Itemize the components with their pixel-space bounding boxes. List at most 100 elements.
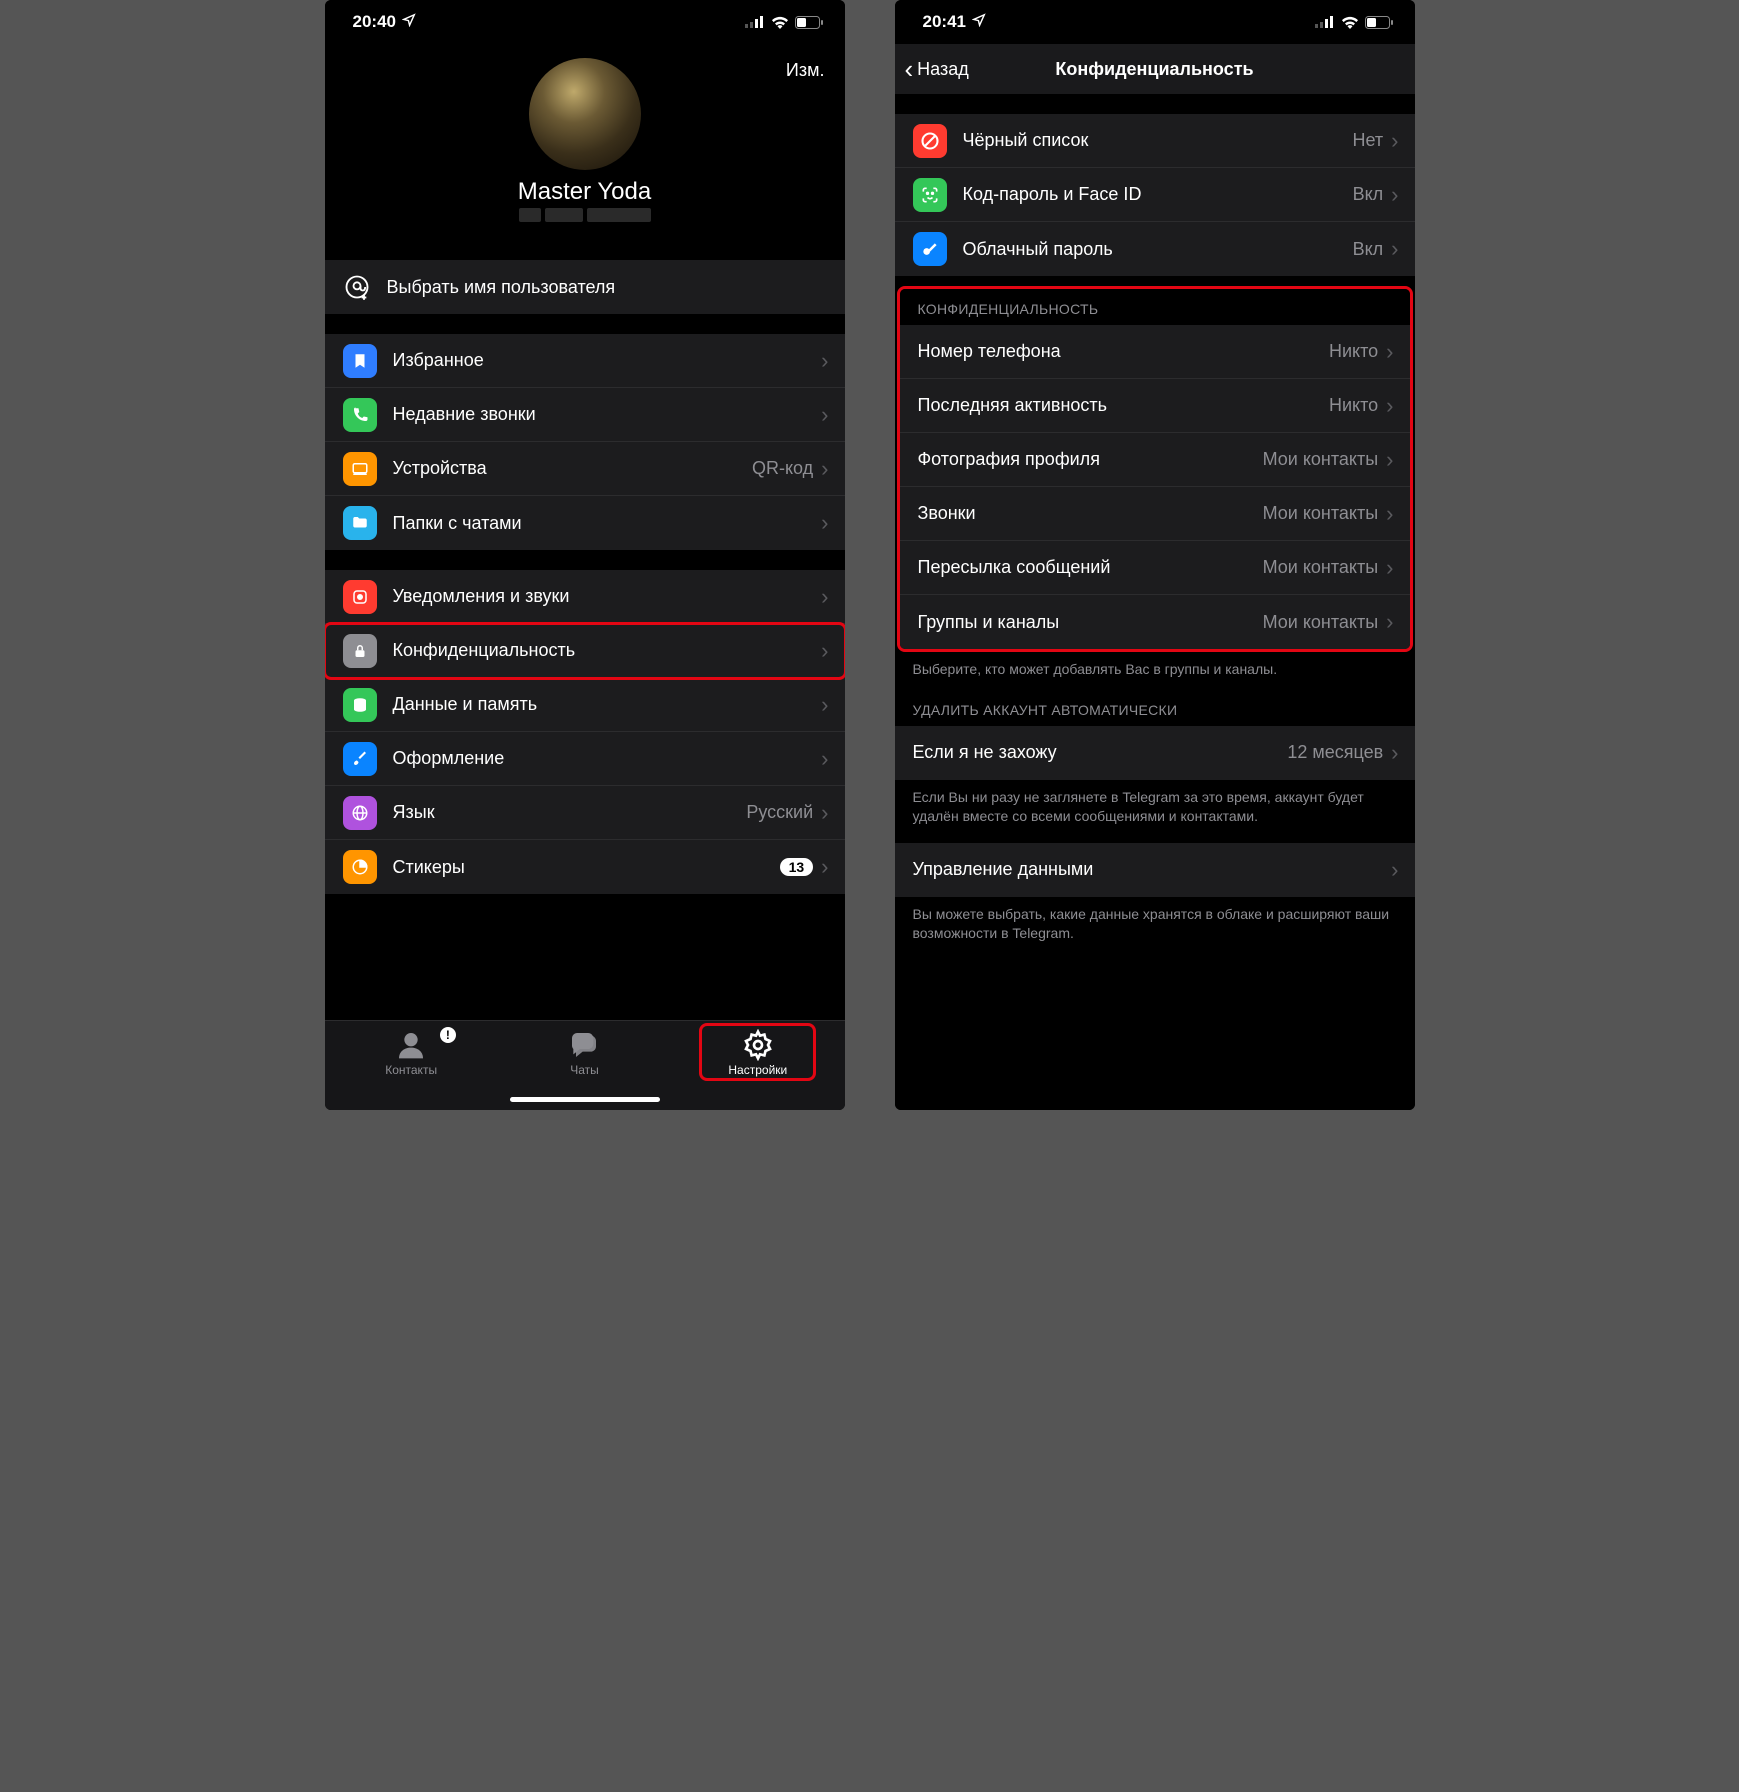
lock-icon [343, 634, 377, 668]
tab-bar: ! Контакты Чаты Настройки [325, 1020, 845, 1110]
row-label: Избранное [393, 350, 822, 371]
row-cloud-password[interactable]: Облачный пароль Вкл › [895, 222, 1415, 276]
row-label: Номер телефона [918, 341, 1329, 362]
row-data-storage[interactable]: Данные и память › [325, 678, 845, 732]
settings-group-2: Уведомления и звуки › Конфиденциальность… [325, 570, 845, 894]
row-label: Данные и память [393, 694, 822, 715]
status-icons [745, 16, 823, 29]
section-header-autodelete: УДАЛИТЬ АККАУНТ АВТОМАТИЧЕСКИ [895, 696, 1415, 726]
chevron-icon: › [821, 692, 828, 718]
wifi-icon [1341, 16, 1359, 29]
home-indicator[interactable] [510, 1097, 660, 1102]
status-bar: 20:40 [325, 0, 845, 44]
status-icons [1315, 16, 1393, 29]
row-label: Устройства [393, 458, 752, 479]
autodelete-footer: Если Вы ни разу не заглянете в Telegram … [895, 780, 1415, 833]
chevron-icon: › [1386, 339, 1393, 365]
tab-label: Чаты [570, 1063, 599, 1077]
row-label: Пересылка сообщений [918, 557, 1263, 578]
stickers-icon [343, 850, 377, 884]
row-value: Мои контакты [1263, 503, 1379, 524]
chevron-icon: › [1386, 555, 1393, 581]
chevron-icon: › [821, 584, 828, 610]
battery-icon [795, 16, 823, 29]
badge-count: 13 [780, 858, 814, 876]
privacy-footer: Выберите, кто может добавлять Вас в груп… [895, 652, 1415, 686]
row-language[interactable]: Язык Русский › [325, 786, 845, 840]
block-icon [913, 124, 947, 158]
row-favorites[interactable]: Избранное › [325, 334, 845, 388]
row-phone-number[interactable]: Номер телефона Никто › [900, 325, 1410, 379]
row-devices[interactable]: Устройства QR-код › [325, 442, 845, 496]
row-value: QR-код [752, 458, 813, 479]
storage-icon [343, 688, 377, 722]
key-icon [913, 232, 947, 266]
chevron-icon: › [821, 638, 828, 664]
row-profile-photo[interactable]: Фотография профиля Мои контакты › [900, 433, 1410, 487]
chevron-icon: › [1391, 128, 1398, 154]
left-screenshot: 20:40 Изм. Master Yoda Выбрать имя польз… [325, 0, 845, 1110]
chevron-icon: › [821, 456, 828, 482]
row-username[interactable]: Выбрать имя пользователя [325, 260, 845, 314]
row-value: Мои контакты [1263, 557, 1379, 578]
chevron-icon: › [821, 854, 828, 880]
row-groups[interactable]: Группы и каналы Мои контакты › [900, 595, 1410, 649]
signal-icon [745, 16, 765, 28]
right-screenshot: 20:41 ‹ Назад Конфиденциальность Чёрный … [895, 0, 1415, 1110]
chevron-icon: › [821, 348, 828, 374]
row-data-management[interactable]: Управление данными › [895, 843, 1415, 897]
tab-chats[interactable]: Чаты [498, 1029, 671, 1077]
tab-contacts[interactable]: ! Контакты [325, 1029, 498, 1077]
chevron-left-icon: ‹ [905, 54, 914, 85]
row-label: Облачный пароль [963, 239, 1353, 260]
row-blocklist[interactable]: Чёрный список Нет › [895, 114, 1415, 168]
back-button[interactable]: ‹ Назад [905, 54, 969, 85]
avatar[interactable] [529, 58, 641, 170]
row-value: Мои контакты [1263, 449, 1379, 470]
row-label: Если я не захожу [913, 742, 1288, 763]
notifications-icon [343, 580, 377, 614]
chevron-icon: › [821, 746, 828, 772]
row-label: Код-пароль и Face ID [963, 184, 1353, 205]
row-recent-calls[interactable]: Недавние звонки › [325, 388, 845, 442]
row-calls[interactable]: Звонки Мои контакты › [900, 487, 1410, 541]
settings-group-1: Избранное › Недавние звонки › Устройства… [325, 334, 845, 550]
chevron-icon: › [821, 800, 828, 826]
privacy-content: Чёрный список Нет › Код-пароль и Face ID… [895, 94, 1415, 1110]
row-forwarding[interactable]: Пересылка сообщений Мои контакты › [900, 541, 1410, 595]
row-autodelete[interactable]: Если я не захожу 12 месяцев › [895, 726, 1415, 780]
row-last-seen[interactable]: Последняя активность Никто › [900, 379, 1410, 433]
location-icon [972, 12, 986, 32]
edit-button[interactable]: Изм. [786, 60, 825, 81]
settings-content: Выбрать имя пользователя Избранное › Нед… [325, 240, 845, 1020]
row-appearance[interactable]: Оформление › [325, 732, 845, 786]
chevron-icon: › [1386, 447, 1393, 473]
row-privacy[interactable]: Конфиденциальность › [325, 624, 845, 678]
profile-header: Изм. Master Yoda [325, 44, 845, 240]
row-chat-folders[interactable]: Папки с чатами › [325, 496, 845, 550]
tab-settings[interactable]: Настройки [671, 1029, 844, 1077]
row-value: Мои контакты [1263, 612, 1379, 633]
security-group: Чёрный список Нет › Код-пароль и Face ID… [895, 114, 1415, 276]
wifi-icon [771, 16, 789, 29]
mention-icon [343, 273, 371, 301]
brush-icon [343, 742, 377, 776]
row-label: Папки с чатами [393, 513, 822, 534]
tab-label: Настройки [728, 1063, 787, 1077]
row-label: Управление данными [913, 859, 1392, 880]
tab-label: Контакты [385, 1063, 437, 1077]
status-time: 20:41 [923, 12, 966, 32]
row-value: 12 месяцев [1287, 742, 1383, 763]
data-management-footer: Вы можете выбрать, какие данные хранятся… [895, 897, 1415, 950]
row-label: Язык [393, 802, 747, 823]
row-value: Вкл [1353, 239, 1384, 260]
devices-icon [343, 452, 377, 486]
row-stickers[interactable]: Стикеры 13 › [325, 840, 845, 894]
row-notifications[interactable]: Уведомления и звуки › [325, 570, 845, 624]
row-label: Уведомления и звуки [393, 586, 822, 607]
row-label: Недавние звонки [393, 404, 822, 425]
battery-icon [1365, 16, 1393, 29]
row-passcode[interactable]: Код-пароль и Face ID Вкл › [895, 168, 1415, 222]
location-icon [402, 12, 416, 32]
chevron-icon: › [1391, 182, 1398, 208]
